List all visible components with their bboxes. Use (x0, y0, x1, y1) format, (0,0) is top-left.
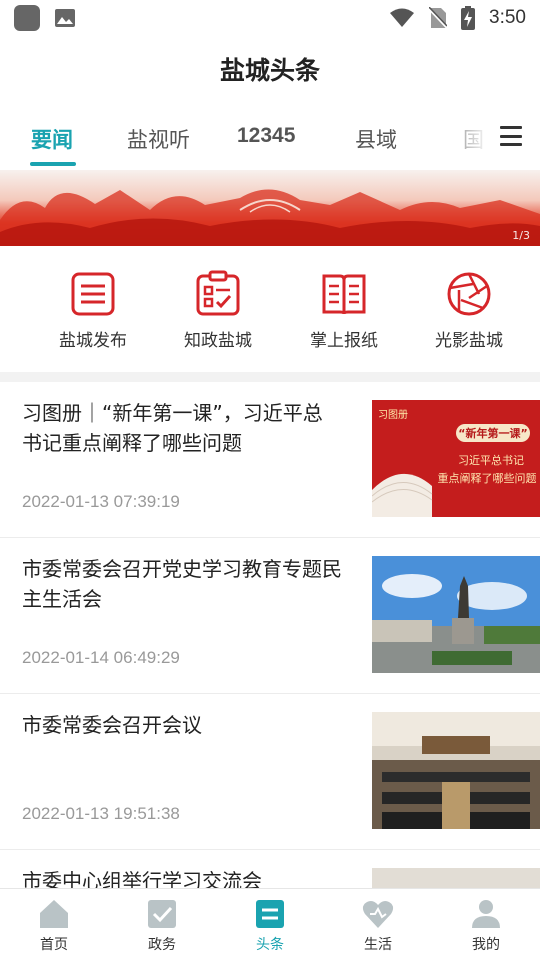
quick-entry-label: 掌上报纸 (310, 331, 378, 351)
news-item[interactable]: 市委常委会召开党史学习教育专题民主生活会 2022-01-14 06:49:29 (0, 538, 540, 694)
quick-entry-newspaper[interactable]: 掌上报纸 (289, 270, 399, 351)
clipboard-check-icon (196, 270, 240, 316)
news-title: 市委常委会召开会议 (22, 713, 202, 737)
news-title: 习图册｜“新年第一课”，习近平总书记重点阐释了哪些问题 (22, 401, 323, 455)
status-bar: 3:50 (0, 0, 540, 36)
news-title: 市委常委会召开党史学习教育专题民主生活会 (22, 557, 342, 611)
app-header: 盐城头条 (0, 36, 540, 102)
app-notification-icon (14, 5, 40, 31)
camera-aperture-icon (447, 272, 491, 316)
nav-label: 政务 (148, 937, 176, 953)
nav-profile[interactable]: 我的 (432, 889, 540, 960)
nav-label: 头条 (256, 937, 284, 953)
nav-life[interactable]: 生活 (324, 889, 432, 960)
news-thumbnail: 习图册 “新年第一课” 习近平总书记 重点阐释了哪些问题 (372, 400, 540, 517)
quick-entry-yancheng-release[interactable]: 盐城发布 (38, 270, 148, 351)
quick-entry-photo[interactable]: 光影盐城 (414, 270, 524, 351)
home-icon (40, 900, 68, 928)
tab-yanshiting[interactable]: 盐视听 (127, 124, 190, 154)
user-icon (472, 900, 500, 928)
active-tab-indicator (30, 162, 76, 166)
nav-label: 我的 (472, 937, 500, 953)
image-notification-icon (55, 9, 75, 27)
nav-headlines[interactable]: 头条 (216, 889, 324, 960)
section-divider (0, 372, 540, 382)
checkbox-icon (148, 900, 176, 928)
no-sim-icon (429, 7, 448, 29)
thumbnail-subtitle-1: 习近平总书记 (458, 454, 524, 467)
thumbnail-subtitle-2: 重点阐释了哪些问题 (437, 472, 537, 485)
channel-tabs: 要闻 盐视听 12345 县域 国 (0, 110, 540, 170)
news-thumbnail (372, 712, 540, 829)
banner-cityscape-image (0, 189, 540, 246)
nav-label: 生活 (364, 937, 392, 953)
quick-entry-label: 盐城发布 (59, 331, 127, 351)
news-date: 2022-01-14 06:49:29 (22, 648, 180, 667)
tab-12345[interactable]: 12345 (237, 124, 295, 148)
quick-entry-grid: 盐城发布 知政盐城 掌上报纸 光影盐城 (0, 262, 540, 366)
nav-government[interactable]: 政务 (108, 889, 216, 960)
banner-carousel[interactable]: 1/3 (0, 170, 540, 246)
news-item[interactable]: 市委常委会召开会议 2022-01-13 19:51:38 (0, 694, 540, 850)
wifi-icon (390, 8, 415, 27)
heart-icon (362, 901, 394, 928)
channel-menu-icon[interactable] (500, 126, 522, 146)
thumbnail-brand: 习图册 (378, 410, 408, 421)
quick-entry-label: 光影盐城 (435, 331, 503, 351)
nav-label: 首页 (40, 937, 68, 953)
news-date: 2022-01-13 07:39:19 (22, 492, 180, 511)
bottom-navigation: 首页 政务 头条 生活 我的 (0, 888, 540, 960)
tab-xianyu[interactable]: 县域 (355, 124, 397, 154)
quick-entry-zhizheng[interactable]: 知政盐城 (163, 270, 273, 351)
clock: 3:50 (489, 7, 526, 28)
tab-yaowen[interactable]: 要闻 (31, 124, 73, 154)
quick-entry-label: 知政盐城 (184, 331, 252, 351)
page-title: 盐城头条 (219, 56, 320, 85)
list-document-icon (71, 272, 115, 316)
headline-icon (256, 900, 284, 928)
banner-page-indicator: 1/3 (512, 229, 530, 242)
thumbnail-headline: “新年第一课” (458, 427, 528, 440)
open-newspaper-icon (322, 274, 366, 315)
tab-guonei[interactable]: 国 (463, 124, 484, 154)
news-item[interactable]: 习图册｜“新年第一课”，习近平总书记重点阐释了哪些问题 2022-01-13 0… (0, 382, 540, 538)
news-date: 2022-01-13 19:51:38 (22, 804, 180, 823)
battery-charging-icon (461, 6, 476, 30)
nav-home[interactable]: 首页 (0, 889, 108, 960)
news-thumbnail (372, 556, 540, 673)
